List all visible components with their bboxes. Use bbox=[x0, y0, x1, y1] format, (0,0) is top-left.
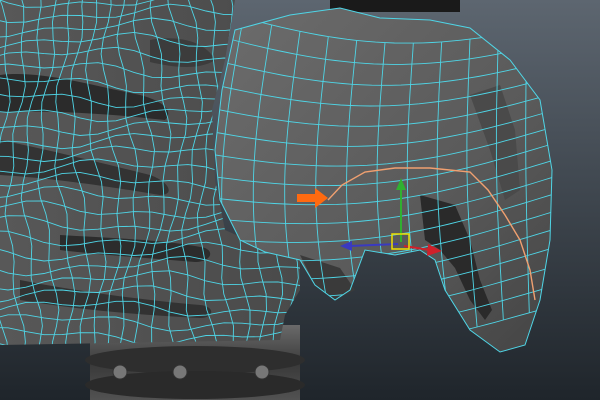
3d-viewport[interactable] bbox=[0, 0, 600, 400]
viewport-canvas[interactable] bbox=[0, 0, 600, 400]
